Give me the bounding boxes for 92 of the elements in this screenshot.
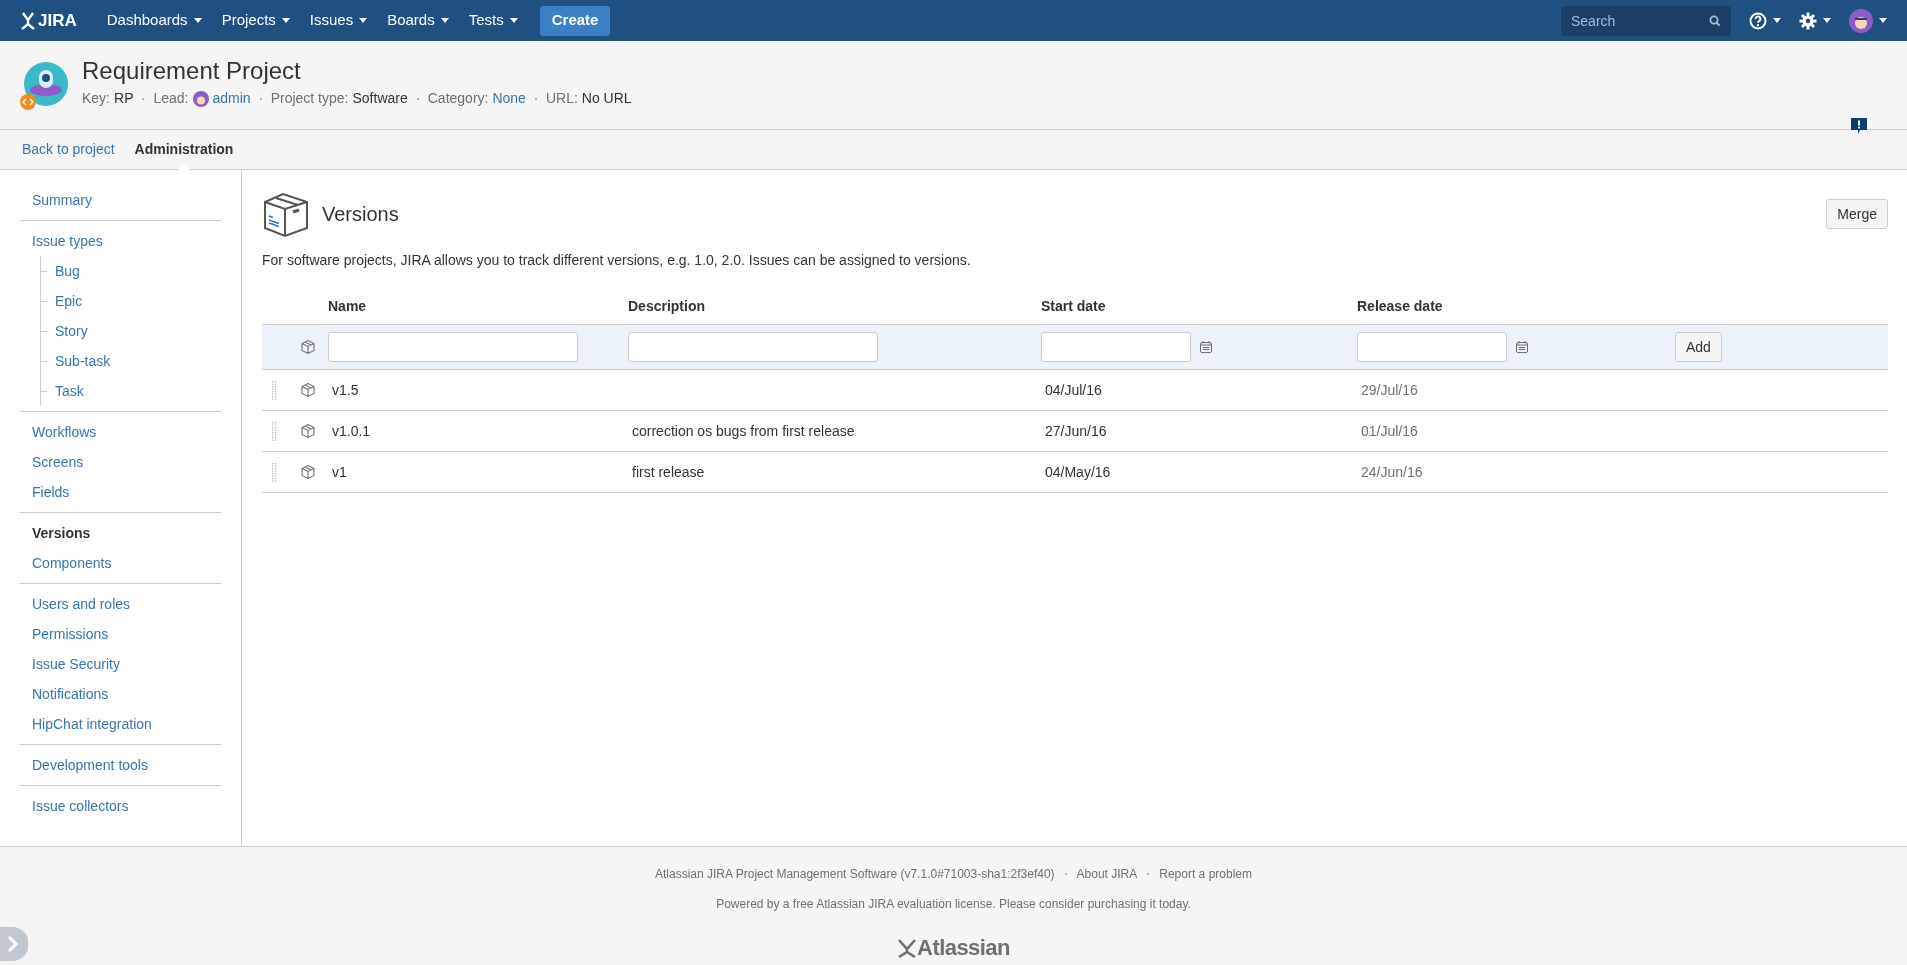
table-cell: 04/Jul/16 [1045,381,1102,398]
sidebar-item[interactable]: Permissions [20,619,221,649]
column-header: Description [628,298,705,314]
atlassian-logo[interactable]: Atlassian [897,931,1010,964]
calendar-icon[interactable] [1199,340,1213,354]
meta-label: Lead: [153,89,189,108]
sidebar-item[interactable]: Story [47,316,88,346]
search-field[interactable]: Search [1561,5,1731,36]
meta-value: Software [352,89,408,108]
table-cell: 01/Jul/16 [1361,422,1418,439]
sidebar-item[interactable]: Users and roles [20,589,221,619]
sidebar-item[interactable]: Workflows [20,417,221,447]
package-icon [300,464,316,480]
table-cell: 29/Jul/16 [1361,381,1418,398]
caret-icon[interactable] [440,18,449,23]
sidebar-item[interactable]: Development tools [20,750,221,780]
project-title: Requirement Project [82,56,302,86]
create-button[interactable]: Create [539,5,611,36]
nav-menu[interactable]: Boards [377,0,459,41]
sidebar-item[interactable]: Task [47,376,84,406]
input-field[interactable] [328,332,578,362]
footer-link[interactable]: Atlassian JIRA Project Management Software (v7.1.0#71003-sha1:2f3ef40) [655,865,1055,883]
drag-handle-icon[interactable] [272,380,278,400]
input-field[interactable] [1357,332,1507,362]
sidebar-item[interactable]: Fields [20,477,221,507]
jira-logo[interactable]: JIRA [20,7,77,34]
tab[interactable]: Back to project [22,129,115,170]
sidebar-item[interactable]: Epic [47,286,83,316]
sidebar-item[interactable]: HipChat integration [20,709,221,739]
project-avatar-icon [20,60,70,110]
caret-icon[interactable] [359,18,368,23]
input-field[interactable] [1041,332,1191,362]
meta-label: Category: [427,89,489,108]
license-text: Powered by a free Atlassian JIRA evaluation license. Please consider purchasing it today. [716,896,1191,913]
page-description: For software projects, JIRA allows you to track different versions, e.g. 1.0, 2.0. Issues can be assigned to versions. [262,251,972,270]
add-button[interactable]: Add [1675,332,1722,362]
sidebar-item[interactable]: Summary [20,185,221,215]
package-icon [300,339,316,355]
help-button[interactable] [1749,11,1781,30]
sidebar-item[interactable]: Sub-task [47,346,111,376]
footer-link[interactable]: Report a problem [1159,865,1252,883]
search-icon[interactable] [1709,14,1721,27]
footer-link[interactable]: About JIRA [1076,865,1138,883]
table-cell: v1 [332,463,347,480]
meta-label: Key: [82,89,110,108]
settings-button[interactable] [1799,11,1831,30]
caret-icon[interactable] [1879,18,1887,23]
table-cell: 04/May/16 [1045,463,1111,480]
sidebar-item[interactable]: Notifications [20,679,221,709]
box-icon [262,190,310,238]
feedback-icon[interactable] [1851,118,1867,135]
input-field[interactable] [628,332,878,362]
caret-icon[interactable] [193,18,202,23]
user-avatar-icon [192,90,209,107]
table-cell: 24/Jun/16 [1361,463,1423,480]
package-icon [300,423,316,439]
meta-value: No URL [581,89,632,108]
table-cell: v1.0.1 [332,422,371,439]
table-cell: 27/Jun/16 [1045,422,1107,439]
drag-handle-icon[interactable] [272,462,278,482]
nav-menu[interactable]: Projects [211,0,300,41]
nav-menu[interactable]: Issues [299,0,378,41]
table-cell: v1.5 [332,381,359,398]
sidebar-item[interactable]: Issue collectors [20,791,221,821]
meta-link[interactable]: None [492,88,526,109]
sidebar-item[interactable]: Versions [20,518,221,548]
sidebar-item[interactable]: Issue types [20,226,221,256]
sidebar-item[interactable]: Bug [47,256,80,286]
column-header: Start date [1041,298,1106,314]
sidebar-item[interactable]: Screens [20,447,221,477]
sidebar-item[interactable]: Issue Security [20,649,221,679]
meta-link[interactable]: admin [212,88,251,109]
user-avatar-button[interactable] [1849,8,1887,33]
page-title: Versions [322,202,399,227]
caret-icon[interactable] [1823,18,1831,23]
meta-label: URL: [545,89,578,108]
caret-icon[interactable] [281,18,290,23]
caret-icon[interactable] [509,18,518,23]
caret-icon[interactable] [1773,18,1781,23]
drag-handle-icon[interactable] [272,421,278,441]
nav-menu[interactable]: Dashboards [96,0,212,41]
calendar-icon[interactable] [1515,340,1529,354]
column-header: Name [328,298,367,314]
meta-value: RP [114,89,134,108]
nav-menu[interactable]: Tests [458,0,528,41]
merge-button[interactable]: Merge [1826,199,1888,229]
column-header: Release date [1357,298,1443,314]
sidebar-item[interactable]: Components [20,548,221,578]
package-icon [300,382,316,398]
table-cell: first release [632,463,705,480]
meta-label: Project type: [270,89,349,108]
table-cell: correction os bugs from first release [632,422,855,439]
